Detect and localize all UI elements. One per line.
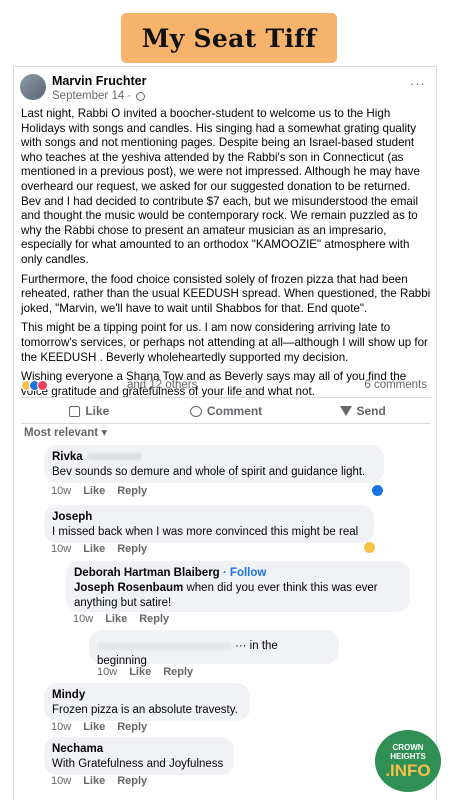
comment-bubble: Nechama With Gratefulness and Joyfulness <box>44 737 234 775</box>
commenter-name[interactable]: Deborah Hartman Blaiberg · Follow <box>74 566 400 581</box>
comment-bubble: Mindy Frozen pizza is an absolute traves… <box>44 683 250 721</box>
commenter-name[interactable]: Rivka <box>52 450 374 465</box>
post-date[interactable]: September 14 · <box>52 90 131 102</box>
reactions-bar[interactable]: and 12 others 6 comments <box>21 379 431 395</box>
comment-text: Bev sounds so demure and whole of spirit… <box>52 466 366 478</box>
comment-meta: 10w Like Reply <box>97 666 193 678</box>
haha-reaction-icon[interactable] <box>364 542 375 553</box>
comment-meta: 10w Like Reply <box>51 721 147 733</box>
like-reaction-icon[interactable] <box>372 485 383 496</box>
like-button[interactable]: Like <box>21 400 158 422</box>
comment-bubble: Joseph I missed back when I was more con… <box>44 505 374 543</box>
comments-count[interactable]: 6 comments <box>364 379 427 391</box>
title-banner: My Seat Tiff <box>121 13 337 63</box>
post-body: Last night, Rabbi O invited a boocher-st… <box>21 107 431 404</box>
comment-reply-link[interactable]: Reply <box>163 666 193 678</box>
commenter-name[interactable]: Nechama <box>52 742 224 757</box>
post-actions: Like Comment Send <box>21 400 431 422</box>
mention-link[interactable]: Joseph Rosenbaum <box>74 582 183 594</box>
comment-like-link[interactable]: Like <box>83 721 105 733</box>
logo-line: HEIGHTS <box>390 751 426 761</box>
redacted-text <box>97 641 232 650</box>
comment-meta: 10w Like Reply <box>51 543 147 555</box>
comment-time[interactable]: 10w <box>51 543 71 555</box>
send-icon <box>339 406 352 416</box>
comment-text: With Gratefulness and Joyfulness <box>52 758 224 770</box>
comment-time[interactable]: 10w <box>51 485 71 497</box>
globe-icon <box>136 91 146 101</box>
comment-time[interactable]: 10w <box>97 666 117 678</box>
comment-text: Joseph Rosenbaum when did you ever think… <box>74 582 378 609</box>
post-meta: September 14 · <box>52 90 146 102</box>
comment-button[interactable]: Comment <box>158 400 295 422</box>
commenter-name[interactable]: Mindy <box>52 688 240 703</box>
author-avatar[interactable] <box>20 74 46 100</box>
follow-button[interactable]: · Follow <box>223 567 266 579</box>
author-name[interactable]: Marvin Fruchter <box>52 74 146 88</box>
comment-like-link[interactable]: Like <box>83 775 105 787</box>
comment-reply-link[interactable]: Reply <box>117 485 147 497</box>
comment-time[interactable]: 10w <box>51 775 71 787</box>
comment-meta: 10w Like Reply <box>51 485 147 497</box>
comment-bubble: Rivka Bev sounds so demure and whole of … <box>44 445 384 483</box>
logo-line: CROWN <box>392 742 424 752</box>
banner-title: My Seat Tiff <box>141 23 317 53</box>
reply-bubble: ··· in the beginning <box>89 630 339 667</box>
comment-sort-dropdown[interactable]: Most relevant ▾ <box>24 425 107 439</box>
comment-reply-link[interactable]: Reply <box>117 721 147 733</box>
comment-text: Frozen pizza is an absolute travesty. <box>52 704 238 716</box>
comment-like-link[interactable]: Like <box>105 613 127 625</box>
comment-like-link[interactable]: Like <box>83 543 105 555</box>
facebook-post-card: Marvin Fruchter September 14 · ··· Last … <box>13 66 437 800</box>
comment-time[interactable]: 10w <box>73 613 93 625</box>
divider <box>21 423 431 424</box>
comment-like-link[interactable]: Like <box>83 485 105 497</box>
comment-reply-link[interactable]: Reply <box>139 613 169 625</box>
redacted-name <box>86 453 142 461</box>
send-button[interactable]: Send <box>294 400 431 422</box>
like-button-label: Like <box>85 404 110 418</box>
comment-reply-link[interactable]: Reply <box>117 543 147 555</box>
comment-text: I missed back when I was more convinced … <box>52 526 359 538</box>
thumbs-up-icon <box>69 405 81 417</box>
post-header: Marvin Fruchter September 14 · ··· <box>20 74 430 104</box>
comment-reply-link[interactable]: Reply <box>117 775 147 787</box>
love-reaction-icon <box>37 380 48 391</box>
comment-button-label: Comment <box>206 404 263 418</box>
comment-like-link[interactable]: Like <box>129 666 151 678</box>
post-paragraph: Furthermore, the food choice consisted s… <box>21 272 431 315</box>
commenter-name[interactable]: Joseph <box>52 510 364 525</box>
post-paragraph: This might be a tipping point for us. I … <box>21 321 428 364</box>
reactions-count[interactable]: and 12 others <box>127 379 197 391</box>
more-options-icon[interactable]: ··· <box>410 76 426 91</box>
crownheights-logo: CROWN HEIGHTS .INFO <box>375 730 441 792</box>
send-button-label: Send <box>356 404 386 418</box>
comment-meta: 10w Like Reply <box>51 775 147 787</box>
divider <box>21 397 431 398</box>
post-paragraph: Last night, Rabbi O invited a boocher-st… <box>21 107 420 266</box>
logo-line: .INFO <box>385 760 431 780</box>
comment-time[interactable]: 10w <box>51 721 71 733</box>
comment-text: ··· in the beginning <box>97 640 278 667</box>
comment-meta: 10w Like Reply <box>73 613 169 625</box>
reply-bubble: Deborah Hartman Blaiberg · Follow Joseph… <box>66 561 410 612</box>
comment-icon <box>189 405 202 417</box>
